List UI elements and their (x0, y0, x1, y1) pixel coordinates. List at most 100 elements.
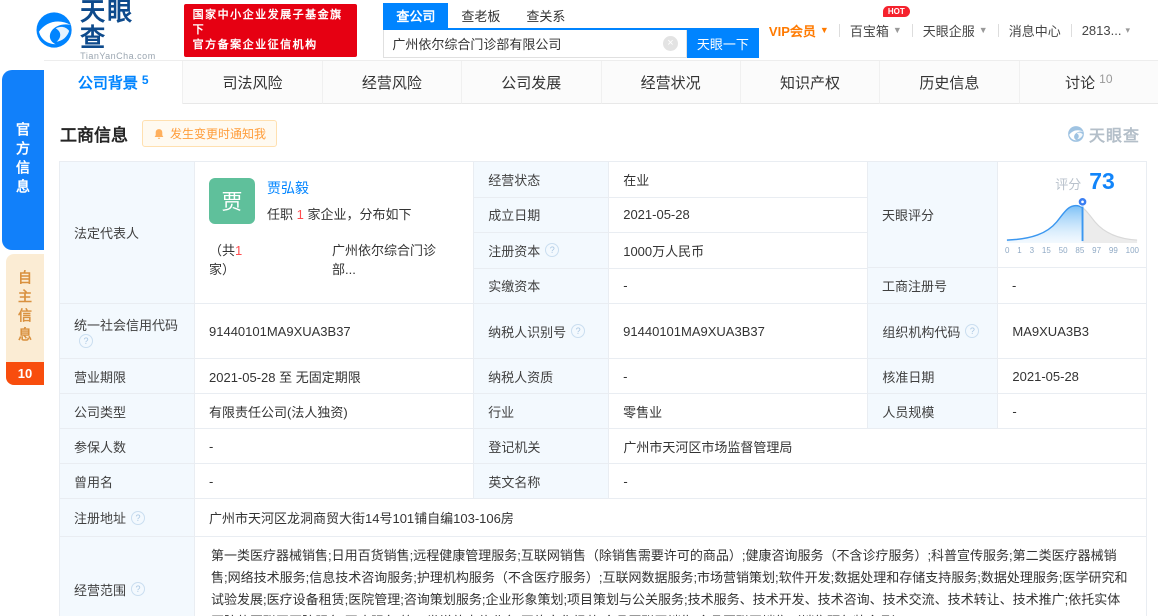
field-value-reg-number: - (1012, 278, 1017, 293)
nav-message-center[interactable]: 消息中心 (999, 21, 1071, 40)
field-value-approval-date: 2021-05-28 (1012, 368, 1079, 384)
field-label-reg-status: 经营状态 (474, 162, 610, 197)
reg-capital-label: 注册资本 (488, 243, 541, 259)
field-value-reg-capital: 1000万人民币 (623, 243, 705, 259)
field-label-reg-capital: 注册资本? (474, 233, 610, 268)
tab-label: 经营风险 (361, 74, 422, 92)
field-label-taxpayer-id: 纳税人识别号? (474, 304, 610, 358)
field-label-legal-rep: 法定代表人 (60, 162, 195, 303)
top-header: 天眼查 TianYanCha.com 国家中小企业发展子基金旗下 官方备案企业征… (0, 0, 1158, 61)
sidebar-tab-self-info[interactable]: 自主信息 10 (6, 254, 44, 385)
field-value-reg-address: 广州市天河区龙洞商贸大街14号101铺自编103-106房 (209, 511, 514, 526)
nav-enterprise-service[interactable]: 天眼企服 ▼ (913, 21, 998, 40)
caret-down-icon: ▼ (819, 25, 829, 35)
sidebar-tab-official-info[interactable]: 官方信息 (2, 70, 44, 250)
search-input[interactable] (384, 35, 663, 51)
tab-label: 公司背景 (77, 75, 138, 92)
nav-vip[interactable]: VIP会员 ▼ (759, 21, 839, 40)
field-value-org-code: MA9XUA3B3 (1012, 323, 1089, 339)
holdings-text: 任职 (267, 207, 297, 222)
tab-history-info[interactable]: 历史信息 (880, 61, 1020, 104)
tab-discussion[interactable]: 讨论 10 (1019, 61, 1158, 104)
field-label-company-type: 公司类型 (60, 394, 195, 428)
tab-company-background[interactable]: 公司背景 5 (44, 61, 184, 104)
field-value-former-name: - (195, 464, 475, 498)
self-info-count-badge: 10 (6, 362, 44, 385)
field-label-paid-capital: 实缴资本 (474, 268, 610, 303)
nav-account[interactable]: 2813... ▾ (1072, 23, 1140, 38)
field-label-reg-address: 注册地址? (60, 499, 195, 536)
search-area: 查公司 查老板 查关系 × 天眼一下 (383, 2, 759, 58)
legal-rep-holdings-line: 任职 1 家企业，分布如下 (267, 204, 411, 223)
tab-count: 10 (1099, 72, 1113, 86)
nav-vip-label: VIP会员 (768, 23, 816, 39)
holdings-count: 1 (296, 207, 304, 222)
tab-label: 经营状况 (640, 74, 701, 92)
official-info-label: 官方信息 (15, 122, 31, 198)
nav-toolbox-label: 百宝箱 (849, 23, 889, 39)
caret-down-icon: ▼ (978, 25, 988, 35)
help-icon[interactable]: ? (571, 324, 586, 338)
tab-company-development[interactable]: 公司发展 (462, 61, 602, 104)
reg-address-label: 注册地址 (74, 511, 127, 526)
main-content: 公司背景 5 司法风险 经营风险 公司发展 经营状况 知识产权 历史信息 讨论 10… (44, 60, 1158, 616)
field-label-reg-number: 工商注册号 (868, 268, 998, 303)
field-label-business-scope: 经营范围? (60, 537, 195, 616)
field-value-taxpayer-qual: - (609, 359, 869, 393)
gov-badge-line1: 国家中小企业发展子基金旗下 (192, 8, 343, 36)
help-icon[interactable]: ? (131, 510, 146, 525)
total-post: 家） (209, 262, 236, 277)
legal-rep-name-link[interactable]: 贾弘毅 (267, 178, 411, 198)
nav-enterprise-label: 天眼企服 (922, 23, 975, 39)
score-value: 73 (1089, 168, 1115, 194)
company-tabbar: 公司背景 5 司法风险 经营风险 公司发展 经营状况 知识产权 历史信息 讨论 10 (44, 60, 1158, 104)
score-distribution-curve (1006, 197, 1138, 243)
search-tab-boss[interactable]: 查老板 (448, 3, 513, 28)
org-code-label: 组织机构代码 (882, 324, 961, 340)
field-label-approval-date: 核准日期 (868, 359, 999, 393)
field-label-industry: 行业 (474, 394, 610, 428)
field-label-tyc-score: 天眼评分 (868, 162, 998, 267)
field-value-english-name: - (623, 473, 628, 489)
business-info-table: 法定代表人 贾 贾弘毅 任职 1 家企业，分布如下 （共1家） 广州依尔综合门诊… (59, 161, 1147, 616)
field-value-registry: 广州市天河区市场监督管理局 (623, 439, 793, 455)
help-icon[interactable]: ? (79, 333, 93, 348)
holdings-text: 家企业，分布如下 (303, 207, 412, 222)
tab-judicial-risk[interactable]: 司法风险 (183, 61, 323, 104)
field-value-staff-size: - (1012, 403, 1017, 419)
holdings-total: （共1 家） (209, 240, 268, 278)
field-label-business-term: 营业期限 (60, 359, 195, 393)
field-label-org-code: 组织机构代码? (868, 304, 999, 358)
tab-operation-risk[interactable]: 经营风险 (322, 61, 463, 104)
field-label-credit-code: 统一社会信用代码? (60, 304, 195, 358)
search-tab-relation[interactable]: 查关系 (513, 3, 578, 28)
notify-on-change-button[interactable]: 发生变更时通知我 (142, 120, 278, 147)
bell-icon (154, 128, 164, 139)
search-tab-company[interactable]: 查公司 (383, 2, 449, 28)
field-value-business-scope: 第一类医疗器械销售;日用百货销售;远程健康管理服务;互联网销售（除销售需要许可的… (211, 548, 1128, 616)
legal-rep-cell: 贾 贾弘毅 任职 1 家企业，分布如下 （共1家） 广州依尔综合门诊部... (195, 162, 475, 303)
notify-button-label: 发生变更时通知我 (170, 127, 267, 141)
help-icon[interactable]: ? (545, 243, 560, 258)
score-word: 评分 (1055, 177, 1082, 192)
clear-icon[interactable]: × (662, 35, 678, 51)
business-scope-label: 经营范围 (74, 582, 127, 598)
tianyancha-logo[interactable]: 天眼查 TianYanCha.com (34, 0, 158, 61)
tab-operation-status[interactable]: 经营状况 (601, 61, 741, 104)
field-label-est-date: 成立日期 (474, 197, 610, 232)
nav-toolbox[interactable]: HOT 百宝箱 ▼ (840, 5, 912, 40)
score-axis-ticks: 0 1 3 15 50 85 97 99 100 (1005, 246, 1139, 255)
gov-certification-badge: 国家中小企业发展子基金旗下 官方备案企业征信机构 (183, 3, 358, 57)
taxpayer-id-label: 纳税人识别号 (488, 324, 567, 340)
hot-badge: HOT (882, 5, 910, 17)
nav-account-label: 2813... (1081, 22, 1122, 38)
field-label-former-name: 曾用名 (60, 464, 195, 498)
total-count: 1 (235, 243, 243, 258)
help-icon[interactable]: ? (965, 324, 980, 338)
field-value-est-date: 2021-05-28 (623, 207, 690, 223)
help-icon[interactable]: ? (131, 582, 146, 596)
field-label-taxpayer-qual: 纳税人资质 (474, 359, 610, 393)
tab-intellectual-property[interactable]: 知识产权 (740, 61, 881, 104)
watermark-text: 天眼查 (1088, 128, 1140, 145)
search-button[interactable]: 天眼一下 (686, 29, 759, 58)
